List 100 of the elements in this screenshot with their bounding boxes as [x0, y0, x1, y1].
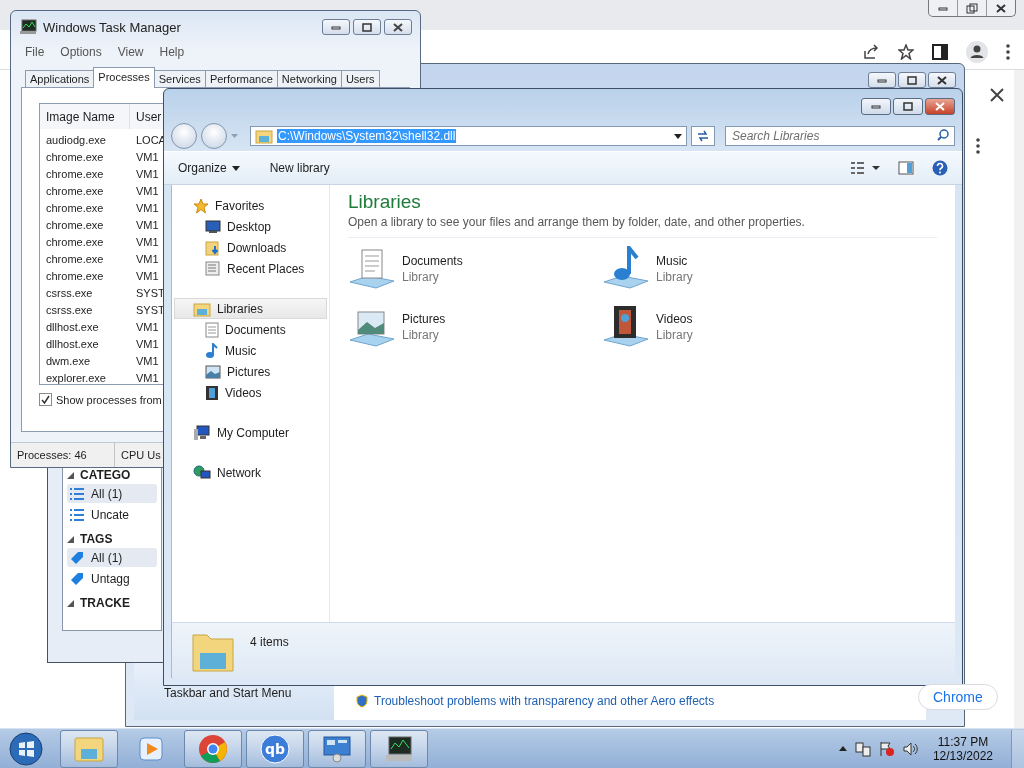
- nav-item[interactable]: Downloads: [174, 237, 327, 258]
- close-button[interactable]: [384, 19, 412, 35]
- library-item[interactable]: Music Library: [602, 244, 856, 294]
- refresh-button[interactable]: [691, 126, 715, 146]
- action-center-flag-icon: [878, 740, 895, 757]
- nav-item[interactable]: Documents: [174, 319, 327, 340]
- section-title[interactable]: TRACKE: [80, 596, 130, 610]
- tab[interactable]: Processes: [93, 67, 155, 88]
- library-item[interactable]: Videos Library: [602, 302, 856, 352]
- menu-item[interactable]: Options: [60, 45, 102, 59]
- close-icon: [937, 75, 947, 85]
- clock-date[interactable]: 12/13/2022: [932, 748, 993, 763]
- network-icon: [854, 740, 871, 757]
- maximize-button[interactable]: [893, 97, 923, 115]
- table-cell-text: chrome.exe: [45, 234, 105, 250]
- table-cell-text: VM1: [135, 149, 160, 165]
- taskbar-button[interactable]: qb: [246, 729, 304, 768]
- sidebar-item[interactable]: Untagg: [67, 569, 157, 588]
- library-folder-icon: [193, 300, 211, 317]
- forward-button[interactable]: [201, 123, 227, 149]
- search-icon: [937, 129, 949, 141]
- minimize-icon: [877, 77, 887, 83]
- maximize-button[interactable]: [898, 72, 926, 88]
- page-description: Open a library to see your files and arrange them by folder, date, and other properties.: [348, 215, 937, 238]
- dropdown-caret-icon: [231, 165, 240, 171]
- star-outline-icon: [898, 43, 914, 60]
- tab[interactable]: Users: [340, 70, 380, 88]
- table-cell-text: dllhost.exe: [45, 319, 100, 335]
- section-title[interactable]: CATEGO: [80, 468, 131, 482]
- minimize-icon: [938, 5, 948, 11]
- nav-item[interactable]: Favorites: [174, 195, 327, 216]
- checkbox[interactable]: [39, 393, 52, 406]
- table-cell-text: chrome.exe: [45, 200, 105, 216]
- back-button[interactable]: [171, 123, 197, 149]
- search-field[interactable]: Search Libraries: [725, 126, 955, 146]
- menu-item[interactable]: Help: [159, 45, 185, 59]
- restore-icon: [966, 2, 978, 14]
- start-button[interactable]: [6, 730, 46, 767]
- tab[interactable]: Networking: [276, 70, 342, 88]
- nav-item[interactable]: Libraries: [174, 298, 327, 319]
- clock-time[interactable]: 11:37 PM: [937, 734, 989, 749]
- minimize-button[interactable]: [868, 72, 896, 88]
- command-button[interactable]: Organize: [178, 161, 240, 175]
- nav-item[interactable]: Recent Places: [174, 258, 327, 279]
- chrome-button[interactable]: Chrome: [918, 684, 998, 710]
- minimize-button[interactable]: [861, 97, 891, 115]
- picture-icon: [205, 364, 221, 379]
- computer-icon: [193, 424, 211, 441]
- list-icon: [69, 507, 85, 522]
- network-globe-icon: [193, 464, 211, 481]
- nav-item[interactable]: Desktop: [174, 216, 327, 237]
- table-cell-text: VM1: [135, 251, 160, 267]
- close-button[interactable]: [928, 72, 956, 88]
- table-cell-text: chrome.exe: [45, 166, 105, 182]
- video-library-icon: [602, 304, 650, 350]
- windows-orb-icon: [9, 731, 43, 766]
- sidebar-item[interactable]: Uncate: [67, 505, 157, 524]
- nav-item[interactable]: My Computer: [174, 422, 327, 443]
- section-title[interactable]: TAGS: [80, 532, 113, 546]
- column-header[interactable]: Image Name: [40, 104, 130, 129]
- nav-item[interactable]: Music: [174, 340, 327, 361]
- command-button[interactable]: New library: [269, 161, 330, 175]
- item-count: 4 items: [250, 635, 289, 649]
- table-cell-text: chrome.exe: [45, 268, 105, 284]
- more-options-icon: [1006, 43, 1010, 60]
- tag-icon: [69, 549, 85, 566]
- menu-item[interactable]: View: [117, 45, 144, 59]
- media-player-icon: [137, 734, 165, 763]
- collapse-triangle-icon: [67, 471, 74, 479]
- maximize-icon: [903, 101, 913, 111]
- minimize-button[interactable]: [322, 19, 350, 35]
- dropdown-caret-icon: [674, 133, 682, 139]
- close-button[interactable]: [925, 97, 955, 115]
- recent-places-icon: [205, 260, 221, 277]
- folder-icon: [73, 734, 105, 763]
- list-icon: [69, 486, 85, 501]
- volume-icon: [902, 740, 919, 757]
- nav-item[interactable]: Pictures: [174, 361, 327, 382]
- tray-arrow-icon: [838, 746, 847, 751]
- table-cell-text: explorer.exe: [45, 370, 107, 386]
- nav-item[interactable]: Videos: [174, 382, 327, 403]
- library-item[interactable]: Documents Library: [348, 244, 602, 294]
- sidebar-item[interactable]: All (1): [67, 484, 157, 503]
- download-folder-icon: [205, 239, 221, 256]
- table-cell-text: SYST: [135, 285, 165, 301]
- table-cell-text: chrome.exe: [45, 217, 105, 233]
- taskbar-button[interactable]: [370, 729, 428, 768]
- scrollbar[interactable]: [1014, 70, 1024, 728]
- library-item[interactable]: Pictures Library: [348, 302, 602, 352]
- menu-item[interactable]: File: [25, 45, 45, 59]
- troubleshoot-link[interactable]: Troubleshoot problems with transparency and other Aero effects: [374, 694, 715, 708]
- maximize-button[interactable]: [353, 19, 381, 35]
- table-cell-text: dwm.exe: [45, 353, 92, 369]
- check-icon: [41, 395, 50, 404]
- sidebar-item[interactable]: All (1): [67, 548, 157, 567]
- tab[interactable]: Applications: [25, 70, 95, 88]
- document-library-icon: [348, 246, 396, 292]
- maximize-icon: [907, 75, 917, 85]
- side-link[interactable]: Taskbar and Start Menu: [164, 686, 292, 700]
- column-header[interactable]: User: [130, 104, 165, 129]
